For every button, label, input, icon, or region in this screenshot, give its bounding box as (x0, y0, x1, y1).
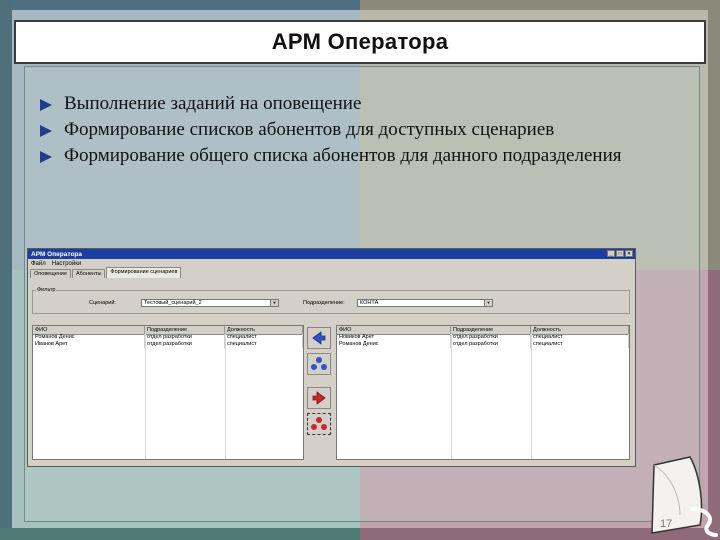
left-subscriber-grid[interactable]: ФИО Подразделение Должность Романов Дени… (32, 325, 304, 460)
column-divider (225, 334, 226, 459)
move-all-icon (311, 357, 327, 370)
grid-body: Романов Денис отдел разработки специалис… (33, 334, 303, 459)
column-divider (531, 334, 532, 459)
move-left-button[interactable] (307, 327, 331, 349)
slide-title-box: АРМ Оператора (14, 20, 706, 64)
cell-position: специалист (531, 341, 629, 348)
column-header-name[interactable]: ФИО (33, 326, 145, 334)
menu-item-file[interactable]: Файл (31, 261, 46, 267)
division-select[interactable]: КОНТА ▼ (357, 299, 493, 307)
triangle-bullet-icon (40, 99, 52, 111)
bullet-item: Формирование общего списка абонентов для… (40, 144, 644, 168)
table-row[interactable]: Иванов Арет отдел разработки специалист (33, 341, 303, 348)
scenario-label: Сценарий: (89, 300, 116, 306)
triangle-bullet-icon (40, 151, 52, 163)
table-row[interactable]: Романов Денис отдел разработки специалис… (337, 341, 629, 348)
move-all-button[interactable] (307, 353, 331, 375)
frame-bottom-left (0, 528, 360, 540)
column-header-position[interactable]: Должность (531, 326, 629, 334)
frame-top-right (360, 0, 720, 10)
logo-icon (690, 507, 718, 537)
scenario-select[interactable]: Тестовый_сценарий_2 ▼ (141, 299, 279, 307)
column-header-name[interactable]: ФИО (337, 326, 451, 334)
bullet-text: Формирование общего списка абонентов для… (64, 145, 622, 166)
add-icon (312, 391, 326, 405)
cell-name: Романов Денис (337, 341, 451, 348)
bullet-item: Формирование списков абонентов для досту… (40, 118, 584, 142)
cell-position: специалист (531, 334, 629, 341)
tab-subscribers[interactable]: Абоненты (71, 269, 106, 278)
cell-name: Романов Денис (33, 334, 145, 341)
cell-division: отдел разработки (145, 341, 225, 348)
delete-button[interactable] (307, 413, 331, 435)
filter-legend: Фильтр (36, 287, 57, 293)
column-divider (145, 334, 146, 459)
grid-body: Новиков Арет отдел разработки специалист… (337, 334, 629, 459)
bullet-list: Выполнение заданий на оповещение Формиро… (40, 92, 660, 170)
frame-right (708, 0, 720, 270)
column-header-position[interactable]: Должность (225, 326, 303, 334)
add-button[interactable] (307, 387, 331, 409)
tab-scenarios[interactable]: Формирование сценариев (106, 267, 182, 278)
right-subscriber-grid[interactable]: ФИО Подразделение Должность Новиков Арет… (336, 325, 630, 460)
column-divider (451, 334, 452, 459)
menu-item-settings[interactable]: Настройки (52, 261, 81, 267)
frame-left (0, 0, 12, 540)
bullet-text: Формирование списков абонентов для досту… (64, 119, 555, 140)
cell-name: Новиков Арет (337, 334, 451, 341)
chevron-down-icon[interactable]: ▼ (484, 300, 492, 306)
cell-division: отдел разработки (451, 341, 531, 348)
tab-bar: Оповещение Абоненты Формирование сценари… (28, 267, 635, 278)
bullet-item: Выполнение заданий на оповещение (40, 92, 660, 116)
cell-division: отдел разработки (145, 334, 225, 341)
cell-name: Иванов Арет (33, 341, 145, 348)
window-title: АРМ Оператора (31, 250, 83, 258)
column-header-division[interactable]: Подразделение (451, 326, 531, 334)
window-title-bar: АРМ Оператора _ □ × (28, 249, 635, 259)
window-controls: _ □ × (607, 250, 633, 257)
column-header-division[interactable]: Подразделение (145, 326, 225, 334)
maximize-button[interactable]: □ (616, 250, 624, 257)
scenario-value: Тестовый_сценарий_2 (144, 300, 202, 306)
division-label: Подразделение: (303, 300, 345, 306)
tab-notification[interactable]: Оповещение (30, 269, 71, 278)
delete-icon (311, 417, 327, 430)
filter-group: Фильтр Сценарий: Тестовый_сценарий_2 ▼ П… (32, 287, 630, 314)
division-value: КОНТА (360, 300, 379, 306)
bullet-text: Выполнение заданий на оповещение (64, 93, 362, 114)
cell-position: специалист (225, 334, 303, 341)
table-row[interactable]: Романов Денис отдел разработки специалис… (33, 334, 303, 341)
cell-position: специалист (225, 341, 303, 348)
app-window: АРМ Оператора _ □ × Файл Настройки Опове… (27, 248, 636, 467)
triangle-bullet-icon (40, 125, 52, 137)
minimize-button[interactable]: _ (607, 250, 615, 257)
page-number: 17 (660, 518, 673, 530)
move-left-icon (312, 331, 326, 345)
slide-title: АРМ Оператора (271, 29, 449, 54)
cell-division: отдел разработки (451, 334, 531, 341)
close-button[interactable]: × (625, 250, 633, 257)
table-row[interactable]: Новиков Арет отдел разработки специалист (337, 334, 629, 341)
chevron-down-icon[interactable]: ▼ (270, 300, 278, 306)
